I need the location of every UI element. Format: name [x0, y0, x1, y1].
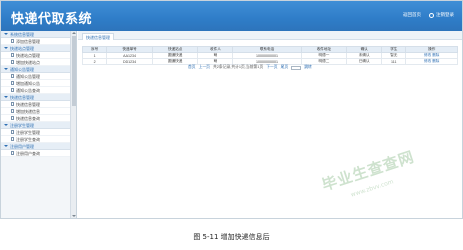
sidebar-scrollbar[interactable]	[70, 31, 76, 218]
sidebar-item-label: 添加信息管理	[16, 38, 40, 44]
document-icon	[11, 137, 14, 141]
row-actions[interactable]: 修改 删除	[405, 58, 458, 65]
cell-text: 已确认	[358, 59, 370, 63]
sidebar-group-label: 注册用户管理	[10, 143, 34, 149]
page-info: 共2条记录,共计1页,当前第1页	[212, 65, 264, 69]
sidebar-item-label: 通知公告管理	[16, 73, 40, 79]
sidebar-group-label: 快递信息管理	[10, 94, 34, 100]
sidebar: 系统信息管理 添加信息管理 快递站点管理 快递站点管理 增加快递站点 通知公告管理 通知公告…	[1, 31, 77, 218]
cell-text: 圆通快递	[167, 59, 183, 63]
cell-text: 智无	[390, 53, 398, 57]
sidebar-item-label: 快递站点管理	[16, 52, 40, 58]
home-link[interactable]: 返回首页	[403, 12, 421, 18]
sidebar-group-label: 通知公告管理	[10, 66, 34, 72]
next-page-link[interactable]: 下一页	[266, 65, 277, 70]
main-content: 快递信息管理 序号 快递单号 快递站点 收件人 联系电话 收件地址 确认 学生 操作 1 AA12…	[78, 31, 462, 218]
cell-text: 萌	[213, 59, 218, 63]
prev-page-link[interactable]: 上一页	[199, 65, 210, 70]
document-icon	[11, 60, 14, 64]
sidebar-item-label: 通知公告查询	[16, 87, 40, 93]
cell-text: 修改 删除	[424, 59, 440, 63]
cell-text: 2	[93, 59, 96, 64]
home-link-label: 返回首页	[403, 12, 421, 17]
page-number-input[interactable]	[291, 65, 302, 70]
table-cell: 10000000001	[232, 58, 302, 65]
document-icon	[11, 39, 14, 43]
table-cell: 圆通快递	[151, 58, 199, 65]
sidebar-item-label: 增加快递站点	[16, 59, 40, 65]
sidebar-group-label: 注册学生管理	[10, 122, 34, 128]
caret-down-icon	[4, 33, 8, 35]
document-icon	[11, 102, 14, 106]
cell-text: 明德一	[318, 53, 330, 57]
header-links: 返回首页 注销登录	[403, 12, 454, 18]
table-cell: 已确认	[346, 58, 383, 65]
figure-caption: 图 5-11 增加快递信息后	[193, 233, 270, 241]
app-header: 快递代取系统 返回首页 注销登录	[1, 1, 462, 31]
scroll-up-icon[interactable]	[72, 32, 76, 34]
power-icon	[429, 12, 434, 18]
cell-text: 10000000001	[256, 53, 278, 58]
document-icon	[11, 116, 14, 120]
tab-delivery-info[interactable]: 快递信息管理	[82, 33, 114, 40]
sidebar-menu: 系统信息管理 添加信息管理 快递站点管理 快递站点管理 增加快递站点 通知公告管理 通知公告…	[1, 31, 70, 157]
document-icon	[11, 53, 14, 57]
table-cell: 明德二	[300, 58, 348, 65]
sidebar-item-label: 注册学生查询	[16, 136, 40, 142]
sidebar-item-label: 注册学生管理	[16, 129, 40, 135]
document-icon	[11, 130, 14, 134]
last-page-link[interactable]: 尾页	[281, 65, 289, 70]
table-cell: 萌	[197, 58, 234, 65]
cell-text: 10000000001	[256, 59, 278, 64]
caret-down-icon	[4, 124, 8, 126]
table-cell: 111	[381, 58, 407, 65]
scroll-down-icon[interactable]	[72, 215, 76, 217]
table-cell: 2	[81, 58, 108, 65]
sidebar-item-label: 增加通知公告	[16, 80, 40, 86]
caret-down-icon	[4, 47, 8, 49]
tab-bar: 快递信息管理	[78, 31, 462, 40]
scroll-thumb[interactable]	[72, 36, 76, 106]
logout-link-label: 注销登录	[436, 12, 454, 17]
cell-text: 明德二	[318, 59, 330, 63]
caret-down-icon	[4, 68, 8, 70]
first-page-link[interactable]: 首页	[188, 65, 196, 70]
caret-down-icon	[4, 145, 8, 147]
sidebar-item-label: 增加快递信息	[16, 108, 40, 114]
document-icon	[11, 74, 14, 78]
cell-text: 111	[391, 59, 397, 64]
app-window: 快递代取系统 返回首页 注销登录 系统信息管理 添加信息管理 快递站点管理 快递站点管…	[0, 0, 463, 219]
cell-text: AA1234	[123, 53, 136, 58]
sidebar-item-label: 快递信息查询	[16, 115, 40, 121]
document-icon	[11, 109, 14, 113]
document-icon	[11, 88, 14, 92]
caret-down-icon	[4, 96, 8, 98]
cell-text: 萌	[213, 53, 218, 57]
app-title: 快递代取系统	[11, 12, 93, 27]
table-cell: DD1234	[106, 58, 153, 65]
document-icon	[11, 81, 14, 85]
table-row: 2 DD1234 圆通快递 萌 10000000001 明德二 已确认 111 修改 删除	[81, 58, 458, 65]
cell-text: 1	[93, 53, 96, 58]
sidebar-item-label: 快递信息管理	[16, 101, 40, 107]
cell-text: 修改 删除	[424, 53, 440, 57]
cell-text: 圆通快递	[167, 53, 183, 57]
cell-text: 未确认	[358, 53, 370, 57]
delivery-table: 序号 快递单号 快递站点 收件人 联系电话 收件地址 确认 学生 操作 1 AA1234 圆通快递萌…	[81, 46, 458, 65]
document-icon	[11, 151, 14, 155]
sidebar-group-label: 快递站点管理	[10, 45, 34, 51]
goto-page-button[interactable]: 跳转	[304, 65, 312, 70]
table-body: 1 AA1234 圆通快递萌 10000000001 明德一 未确认 智无 修改 删除 2 DD1…	[81, 52, 458, 65]
sidebar-item[interactable]: 注册用户查询	[1, 150, 70, 157]
logout-link[interactable]: 注销登录	[429, 12, 454, 18]
sidebar-item-label: 注册用户查询	[16, 150, 40, 156]
pagination: 首页 上一页 共2条记录,共计1页,当前第1页 下一页 尾页 跳转	[188, 65, 312, 70]
cell-text: DD1234	[122, 59, 137, 64]
